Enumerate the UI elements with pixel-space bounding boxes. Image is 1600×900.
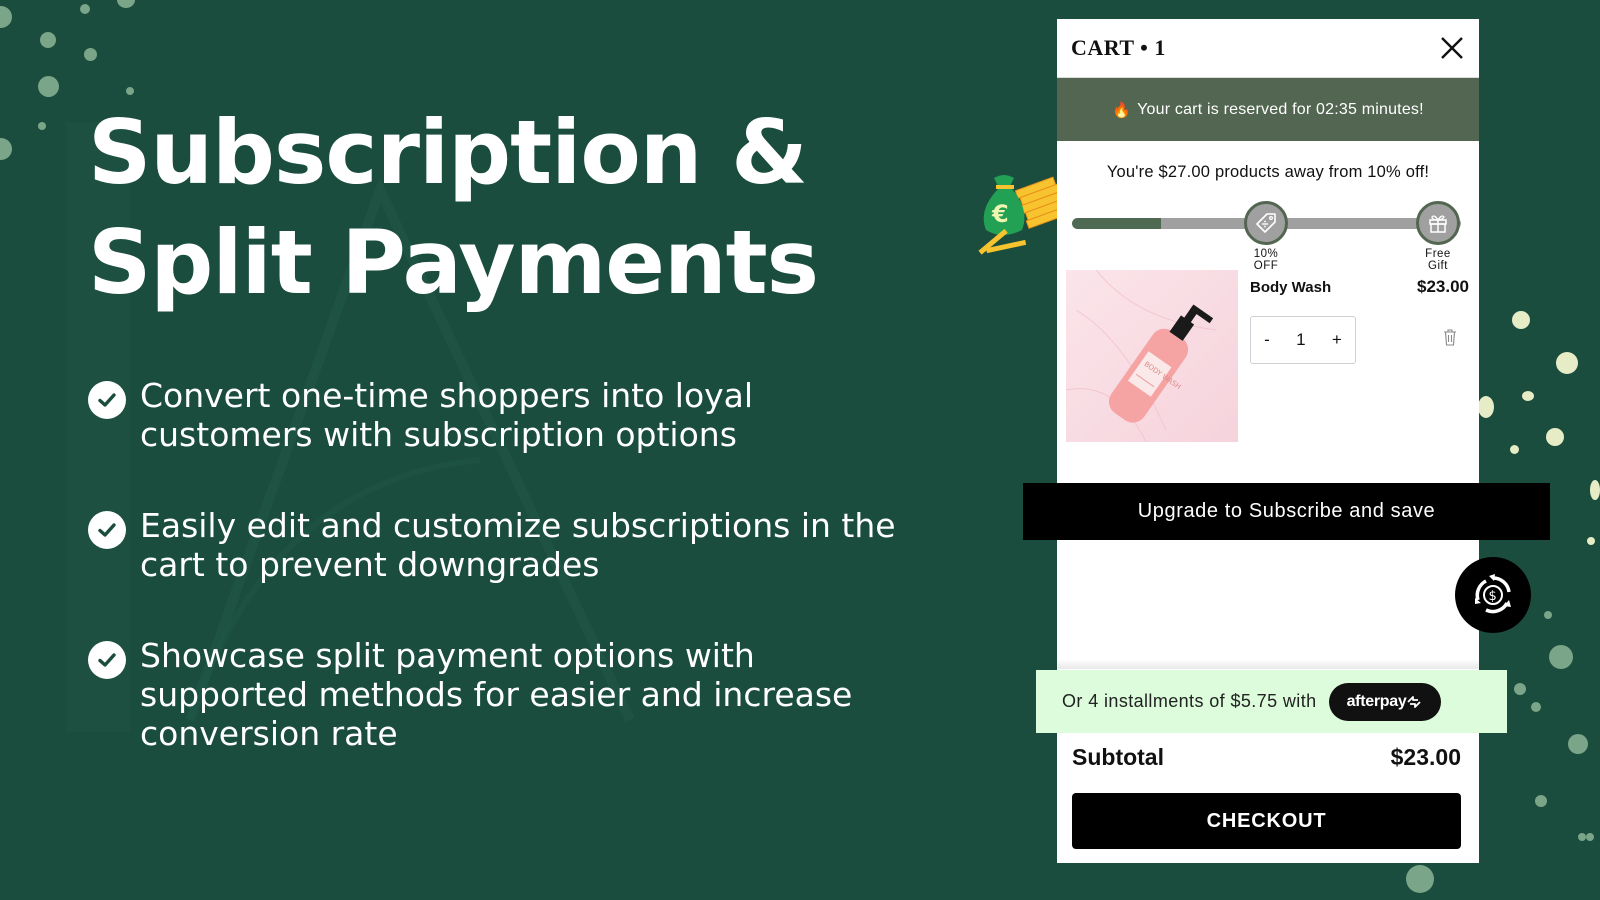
subtotal-label: Subtotal	[1072, 744, 1164, 770]
goal-message: You're $27.00 products away from 10% off…	[1106, 163, 1430, 181]
recurring-payment-icon: $	[1475, 574, 1511, 614]
svg-text:€: €	[991, 200, 1009, 228]
quantity-stepper: - 1 +	[1250, 316, 1356, 364]
reservation-text: Your cart is reserved for 02:35 minutes!	[1137, 100, 1424, 118]
discount-tag-icon	[1256, 213, 1276, 233]
cart-header: CART • 1	[1057, 19, 1479, 78]
progress-fill	[1072, 218, 1162, 229]
product-image[interactable]: BODY WASH	[1066, 270, 1238, 442]
fire-icon: 🔥	[1112, 101, 1132, 119]
svg-text:$: $	[1489, 589, 1497, 604]
item-name[interactable]: Body Wash	[1250, 279, 1331, 296]
item-price: $23.00	[1417, 277, 1469, 296]
cart-title: CART • 1	[1071, 35, 1166, 60]
feature-text: Showcase split payment options with supp…	[140, 636, 853, 753]
check-circle-icon	[88, 381, 126, 419]
feature-item: Showcase split payment options with supp…	[88, 636, 908, 753]
feature-item: Convert one-time shoppers into loyal cus…	[88, 376, 908, 454]
subtotal-row: Subtotal $23.00	[1072, 744, 1461, 771]
milestone-discount	[1244, 201, 1288, 245]
upgrade-subscribe-button[interactable]: Upgrade to Subscribe and save	[1023, 483, 1550, 540]
milestone-gift	[1416, 201, 1460, 245]
close-icon[interactable]	[1439, 35, 1465, 61]
cart-line-item: BODY WASH Body Wash $23.00 - 1 +	[1057, 268, 1479, 446]
afterpay-logo: afterpay	[1346, 692, 1407, 710]
subtotal-value: $23.00	[1390, 744, 1461, 770]
feature-list: Convert one-time shoppers into loyal cus…	[88, 376, 908, 805]
decrement-button[interactable]: -	[1264, 330, 1270, 350]
subscription-widget-button[interactable]: $	[1455, 557, 1531, 633]
footer-divider	[1057, 659, 1479, 669]
trash-icon[interactable]	[1443, 328, 1457, 346]
installments-text: Or 4 installments of $5.75 with	[1062, 691, 1317, 711]
feature-text: Easily edit and customize subscriptions …	[140, 506, 896, 584]
headline-line-1: Subscription &	[88, 101, 808, 204]
feature-text: Convert one-time shoppers into loyal cus…	[140, 376, 754, 454]
check-circle-icon	[88, 511, 126, 549]
afterpay-banner: Or 4 installments of $5.75 with afterpay	[1036, 670, 1507, 733]
rewards-progress-bar: 10% OFF Free Gift	[1057, 186, 1479, 272]
gift-icon	[1429, 215, 1447, 233]
afterpay-arrows-icon	[1407, 695, 1422, 708]
increment-button[interactable]: +	[1332, 330, 1342, 350]
reservation-banner: 🔥 Your cart is reserved for 02:35 minute…	[1057, 78, 1479, 141]
afterpay-badge[interactable]: afterpay	[1328, 682, 1441, 721]
feature-item: Easily edit and customize subscriptions …	[88, 506, 908, 584]
headline-line-2: Split Payments	[88, 211, 819, 314]
check-circle-icon	[88, 641, 126, 679]
page-headline: Subscription & Split Payments	[88, 98, 819, 318]
quantity-value[interactable]: 1	[1296, 330, 1305, 350]
cart-drawer: CART • 1 🔥 Your cart is reserved for 02:…	[1057, 19, 1479, 863]
checkout-button[interactable]: CHECKOUT	[1072, 793, 1461, 849]
